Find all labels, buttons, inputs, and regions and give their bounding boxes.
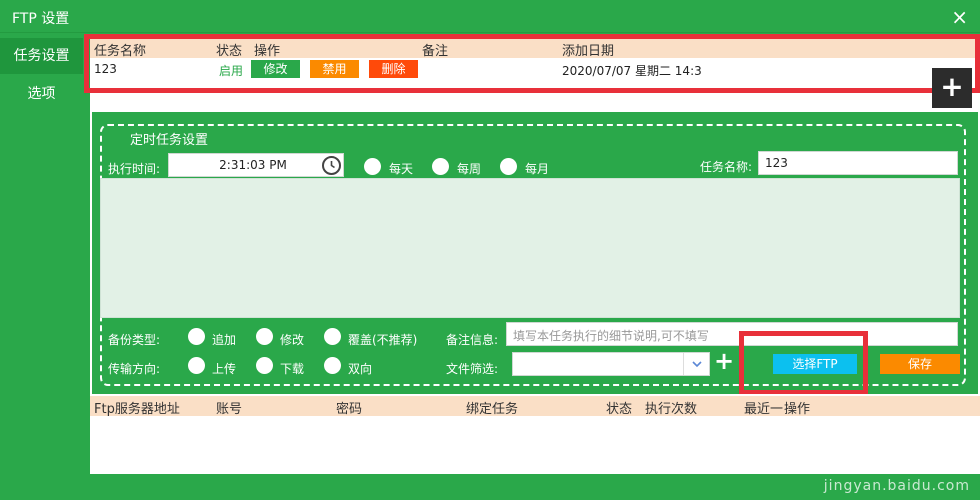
radio-modify-label: 修改: [280, 333, 305, 347]
remark-input[interactable]: 填写本任务执行的细节说明,可不填写: [506, 322, 958, 346]
watermark-url: jingyan.baidu.com: [823, 478, 970, 494]
direction-label: 传输方向:: [108, 362, 161, 376]
column-ftp-address: Ftp服务器地址: [94, 402, 180, 417]
column-ftp-status: 状态: [606, 402, 633, 417]
radio-modify[interactable]: [256, 328, 273, 345]
column-recent: 最近一: [744, 402, 784, 417]
column-bound-task: 绑定任务: [466, 402, 519, 417]
radio-download-label: 下载: [280, 362, 305, 376]
watermark-main: Bai经验: [823, 442, 943, 477]
sidebar-item-options[interactable]: 选项: [0, 76, 83, 112]
title-bar: FTP 设置 ×: [0, 0, 980, 33]
radio-both-label: 双向: [348, 362, 373, 376]
save-button[interactable]: 保存: [880, 354, 960, 374]
radio-append-label: 追加: [212, 333, 237, 347]
column-exec-count: 执行次数: [645, 402, 698, 417]
window-title: FTP 设置: [12, 11, 70, 27]
add-task-button[interactable]: +: [932, 68, 972, 108]
exec-time-label: 执行时间:: [108, 162, 161, 176]
column-ftp-action: 操作: [784, 402, 811, 417]
radio-monthly-label: 每月: [525, 162, 550, 176]
file-filter-label: 文件筛选:: [446, 362, 499, 376]
radio-weekly-label: 每周: [457, 162, 482, 176]
file-filter-select[interactable]: [512, 352, 710, 376]
exec-time-value: 2:31:03 PM: [219, 158, 287, 172]
backup-type-label: 备份类型:: [108, 333, 161, 347]
column-account: 账号: [216, 402, 243, 417]
highlight-frame-table: [84, 34, 980, 93]
close-icon[interactable]: ×: [951, 5, 968, 29]
sidebar: 任务设置 选项: [0, 34, 83, 500]
remark-placeholder: 填写本任务执行的细节说明,可不填写: [513, 329, 709, 343]
radio-upload-label: 上传: [212, 362, 237, 376]
radio-append[interactable]: [188, 328, 205, 345]
add-filter-icon[interactable]: +: [714, 347, 734, 375]
clock-icon[interactable]: [322, 156, 341, 175]
ftp-table-header: Ftp服务器地址 账号 密码 绑定任务 状态 执行次数 最近一 操作: [90, 396, 980, 417]
exec-time-input[interactable]: 2:31:03 PM: [168, 153, 344, 177]
task-name-value: 123: [765, 156, 788, 170]
sidebar-item-task-settings[interactable]: 任务设置: [0, 38, 83, 74]
task-name-label: 任务名称:: [700, 160, 753, 174]
radio-daily[interactable]: [364, 158, 381, 175]
radio-overwrite-label: 覆盖(不推荐): [348, 333, 418, 347]
column-password: 密码: [336, 402, 363, 417]
radio-upload[interactable]: [188, 357, 205, 374]
radio-download[interactable]: [256, 357, 273, 374]
radio-daily-label: 每天: [389, 162, 414, 176]
task-name-input[interactable]: 123: [758, 151, 958, 175]
schedule-legend: 定时任务设置: [126, 129, 213, 148]
detail-area[interactable]: [100, 178, 960, 318]
baidu-watermark-logo: Bai经验 jingyan.baidu.com: [824, 434, 970, 494]
highlight-frame-ftp: [739, 331, 868, 395]
radio-overwrite[interactable]: [324, 328, 341, 345]
radio-both[interactable]: [324, 357, 341, 374]
radio-monthly[interactable]: [500, 158, 517, 175]
chevron-down-icon[interactable]: [683, 353, 709, 375]
remark-label: 备注信息:: [446, 333, 499, 347]
radio-weekly[interactable]: [432, 158, 449, 175]
